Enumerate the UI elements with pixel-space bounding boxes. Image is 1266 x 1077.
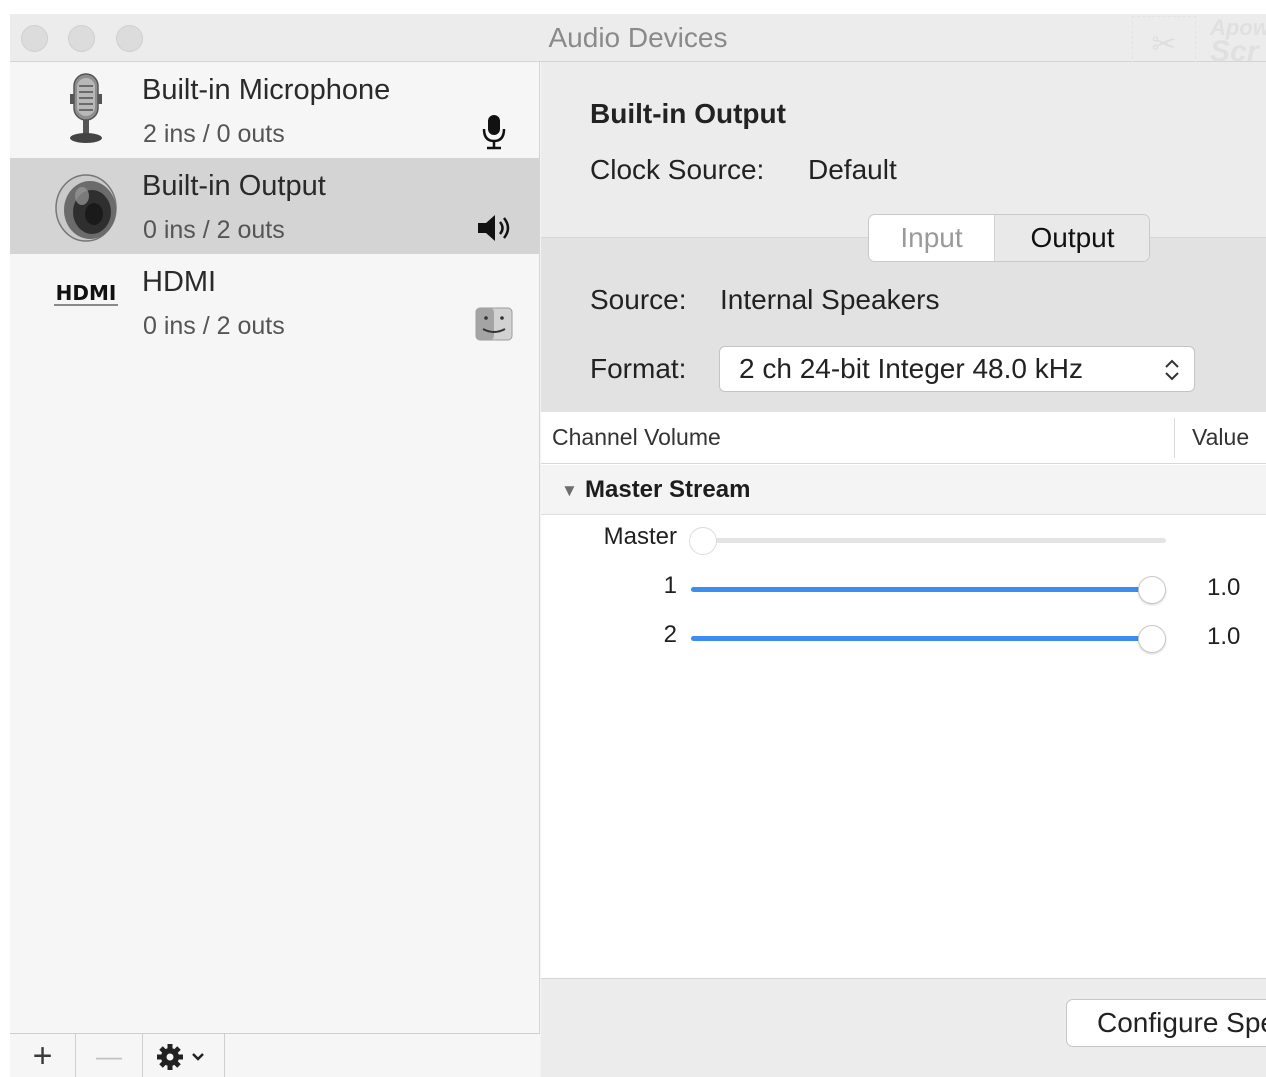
slider-knob-master[interactable] [689, 527, 717, 555]
disclosure-triangle-icon[interactable]: ▼ [561, 481, 578, 501]
microphone-icon [70, 73, 102, 143]
device-row-hdmi[interactable]: HDMI HDMI 0 ins / 2 outs [10, 254, 540, 350]
device-list: Built-in Microphone 2 ins / 0 outs Built… [10, 62, 540, 1077]
tab-output[interactable]: Output [994, 215, 1149, 261]
hdmi-logo-icon: HDMI [54, 281, 118, 306]
window-title: Audio Devices [548, 22, 728, 53]
channel-label-master: Master [603, 523, 677, 550]
detail-footer: Configure Speakers... [541, 978, 1266, 1077]
tab-input[interactable]: Input [869, 215, 994, 261]
group-label: Master Stream [585, 476, 751, 503]
device-io: 2 ins / 0 outs [143, 120, 285, 148]
slider-knob-2[interactable] [1138, 625, 1166, 653]
mic-badge-icon [482, 115, 506, 150]
input-output-segmented-control: Input Output [868, 214, 1150, 262]
volume-slider-1[interactable] [691, 587, 1152, 592]
configure-speakers-button[interactable]: Configure Speakers... [1066, 999, 1266, 1047]
channel-label-1: 1 [663, 572, 677, 599]
add-device-button[interactable]: + [10, 1034, 76, 1077]
finder-badge-icon [475, 307, 513, 341]
device-name: HDMI [142, 266, 217, 298]
source-label: Source: [590, 284, 687, 315]
chevron-down-icon [192, 1053, 204, 1061]
column-divider [1174, 418, 1175, 458]
device-name: Built-in Output [142, 170, 326, 202]
column-header-channel-volume[interactable]: Channel Volume [552, 424, 721, 451]
clock-source-label: Clock Source: [590, 154, 765, 185]
channel-label-2: 2 [663, 621, 677, 648]
volume-fill [691, 587, 1152, 592]
device-io: 0 ins / 2 outs [143, 312, 285, 340]
device-io: 0 ins / 2 outs [143, 216, 285, 244]
format-value: 2 ch 24-bit Integer 48.0 kHz [739, 353, 1083, 384]
slider-knob-1[interactable] [1138, 576, 1166, 604]
format-label: Format: [590, 353, 687, 384]
watermark-text: Apow Scr [1210, 15, 1266, 68]
svg-text:HDMI: HDMI [56, 281, 117, 305]
selected-device-title: Built-in Output [590, 98, 786, 129]
speaker-icon [55, 174, 117, 242]
up-down-arrows-icon [1165, 359, 1179, 381]
channel-value-1: 1.0 [1207, 574, 1241, 601]
device-detail-pane: Built-in Output Clock Source: Default In… [541, 62, 1266, 1077]
device-row-built-in-microphone[interactable]: Built-in Microphone 2 ins / 0 outs [10, 62, 540, 158]
gear-icon [157, 1044, 204, 1070]
channel-value-2: 1.0 [1207, 623, 1241, 650]
output-settings: Source: Internal Speakers Format: 2 ch 2… [541, 238, 1266, 412]
clock-source-value[interactable]: Default [808, 154, 897, 186]
format-select[interactable]: 2 ch 24-bit Integer 48.0 kHz [719, 346, 1195, 392]
device-header: Built-in Output Clock Source: Default [541, 62, 1266, 238]
sidebar-footer: + — [10, 1033, 540, 1077]
volume-slider-master[interactable] [703, 538, 1166, 543]
volume-fill [691, 636, 1152, 641]
source-value: Internal Speakers [720, 284, 940, 315]
audio-devices-window: Audio Devices ✂ Apow Scr Built-in Microp… [10, 14, 1266, 1077]
remove-device-button[interactable]: — [76, 1034, 143, 1077]
master-stream-group-row[interactable]: ▼ Master Stream [541, 465, 1266, 515]
volume-badge-icon [478, 215, 510, 241]
title-bar: Audio Devices ✂ Apow Scr [10, 14, 1266, 74]
device-name: Built-in Microphone [142, 74, 391, 106]
column-header-value[interactable]: Value [1192, 424, 1249, 451]
channel-volume-table: Channel Volume Value ▼ Master Stream Mas… [541, 412, 1266, 978]
device-actions-menu-button[interactable] [143, 1034, 225, 1077]
table-header: Channel Volume Value [541, 412, 1266, 464]
volume-slider-2[interactable] [691, 636, 1152, 641]
device-row-built-in-output[interactable]: Built-in Output 0 ins / 2 outs [10, 158, 540, 254]
